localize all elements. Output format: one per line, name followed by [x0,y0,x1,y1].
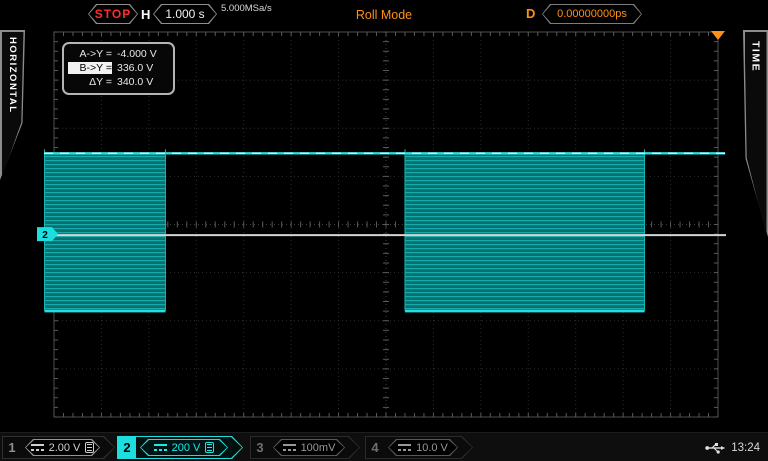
cursor-b-value: 336.0 V [117,62,154,74]
usb-icon [705,442,725,454]
tab-horizontal[interactable]: HORIZONTAL [0,30,25,180]
acquisition-mode: Roll Mode [355,8,413,22]
top-status-bar: STOP H 1.000 s 5.000MSa/s Roll Mode D 0.… [0,0,768,29]
trigger-delay-value: 0.00000000ps [557,8,627,20]
cursor-delta-value: 340.0 V [117,76,154,88]
status-area: 13:24 [705,433,760,461]
tab-time-label: TIME [749,41,762,73]
dc-coupling-icon [283,443,296,452]
channel-3-number: 3 [256,440,264,455]
channel-3-scale-box: 100mV [273,439,345,456]
channel-3-indicator[interactable]: 3 100mV [250,436,360,459]
channel-4-scale-box: 10.0 V [388,439,458,456]
channel-4-body: 4 10.0 V [366,437,472,458]
clock: 13:24 [731,441,760,454]
bw-limit-icon [85,442,94,453]
cursor-row-a: A->Y = -4.000 V [68,47,169,61]
channel-4-scale: 10.0 V [416,441,448,454]
channel-1-body: 1 2.00 V [3,437,114,458]
channel-2-body: 2 200 V [118,437,242,458]
cursor-a-label: A->Y = [79,48,113,60]
cursor-delta-row: ΔY = 340.0 V [68,75,169,89]
delay-d-label: D [526,6,536,21]
channel-3-body: 3 100mV [251,437,359,458]
channel-4-indicator[interactable]: 4 10.0 V [365,436,473,459]
dc-coupling-icon [31,443,44,452]
channel-1-scale-box: 2.00 V [25,439,100,456]
channel-2-scale: 200 V [171,441,201,454]
cursor-row-b: B->Y = 336.0 V [68,61,169,75]
cursor-readout-box[interactable]: A->Y = -4.000 V B->Y = 336.0 V ΔY = 340.… [62,42,175,95]
channel-3-scale: 100mV [300,441,336,454]
oscilloscope-screen: 2 STOP H 1.000 s 5.000MSa/s Roll Mode D … [0,0,768,461]
channel-2-indicator[interactable]: 2 200 V [117,436,243,459]
dc-coupling-icon [154,443,167,452]
trigger-position-icon[interactable] [711,31,725,40]
dc-coupling-icon [398,443,411,452]
cursor-a-value: -4.000 V [117,48,157,60]
channel-2-number: 2 [118,437,136,458]
ch2-trace [44,149,726,313]
channel-status-bar: 1 2.00 V 2 200 V 3 100mV 4 10.0 V 13:24 [0,432,768,461]
trigger-delay-box[interactable]: 0.00000000ps [542,4,642,24]
channel-1-number: 1 [8,440,16,455]
bw-limit-icon [205,442,214,453]
channel-2-scale-box: 200 V [140,439,228,456]
cursor-b-label: B->Y = [68,62,112,74]
svg-text:2: 2 [42,230,48,241]
channel-4-number: 4 [371,440,379,455]
tab-horizontal-label: HORIZONTAL [7,37,18,114]
cursor-delta-label: ΔY = [89,76,112,88]
tab-time[interactable]: TIME [743,30,768,237]
channel-1-indicator[interactable]: 1 2.00 V [2,436,115,459]
channel-1-scale: 2.00 V [48,441,81,454]
